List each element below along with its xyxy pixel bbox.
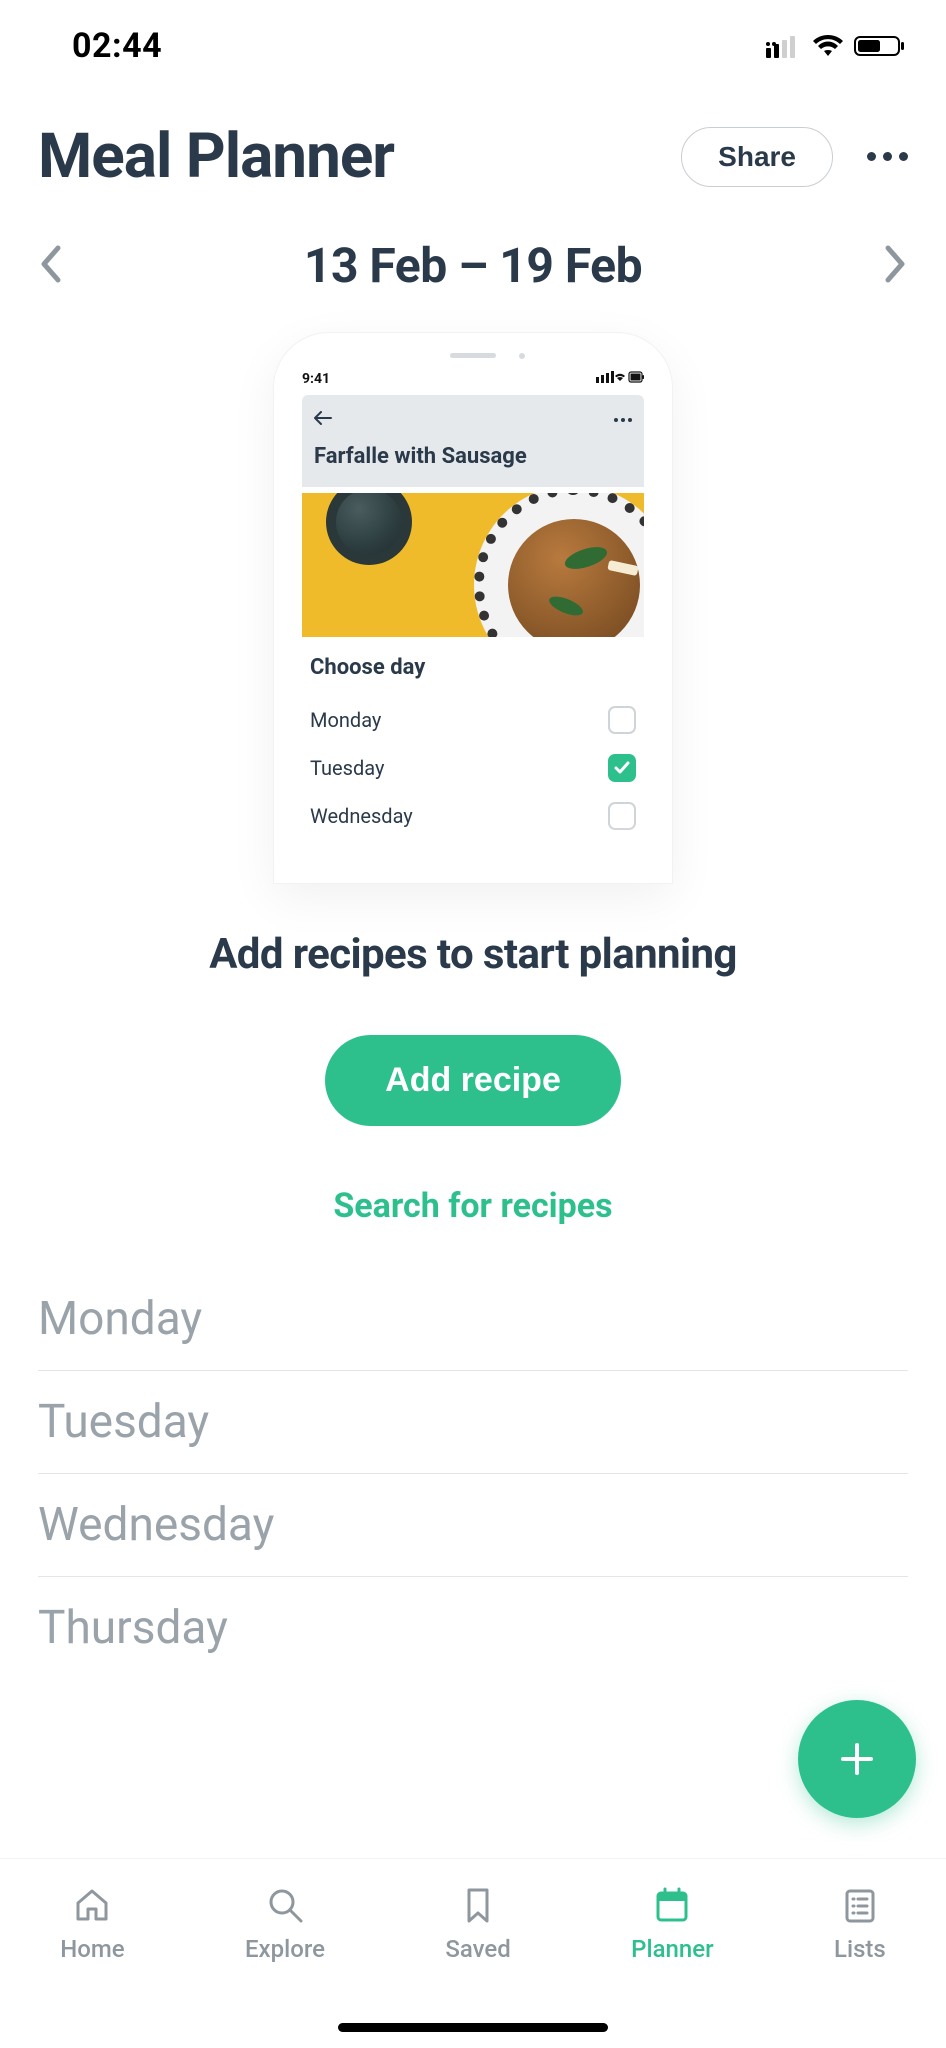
tab-label: Explore	[245, 1935, 325, 1963]
cellular-signal-icon	[766, 34, 802, 58]
illustration-back-icon	[314, 409, 332, 430]
app-header: Meal Planner Share	[0, 80, 946, 207]
illustration-choose-day-sheet: Choose day Monday Tuesday Wednesday	[302, 637, 644, 840]
week-day-list: Monday Tuesday Wednesday Thursday	[0, 1292, 946, 1679]
day-row-wednesday[interactable]: Wednesday	[38, 1474, 908, 1577]
checkbox-checked-icon	[608, 754, 636, 782]
tab-planner[interactable]: Planner	[631, 1883, 713, 2048]
illustration-food-image	[302, 493, 644, 637]
illustration-phone-statusbar: 9:41	[302, 371, 644, 387]
illustration-phone-frame: 9:41 Farfall	[273, 332, 673, 884]
tab-explore[interactable]: Explore	[245, 1883, 325, 2048]
search-recipes-link[interactable]: Search for recipes	[0, 1186, 946, 1226]
previous-week-icon[interactable]	[34, 240, 70, 292]
date-navigation: 13 Feb – 19 Feb	[0, 207, 946, 324]
tab-lists[interactable]: Lists	[834, 1883, 886, 2048]
illustration-choose-day-title: Choose day	[310, 655, 636, 680]
status-time: 02:44	[72, 26, 162, 66]
battery-icon	[854, 34, 906, 58]
illustration-day-monday: Monday	[310, 696, 636, 744]
tab-label: Home	[60, 1935, 124, 1963]
illustration-recipe-topbar: Farfalle with Sausage	[302, 395, 644, 487]
empty-state-heading: Add recipes to start planning	[0, 930, 946, 979]
status-icons	[766, 34, 906, 58]
bottom-tab-bar: Home Explore Saved Planner Lists	[0, 1858, 946, 2048]
tab-label: Saved	[445, 1935, 510, 1963]
tab-home[interactable]: Home	[60, 1883, 124, 2048]
plus-icon	[835, 1737, 879, 1781]
device-status-bar: 02:44	[0, 0, 946, 80]
tab-label: Lists	[834, 1935, 886, 1963]
illustration-phone-indicators	[596, 371, 644, 387]
more-options-icon[interactable]	[867, 152, 908, 161]
home-indicator	[338, 2023, 608, 2032]
list-icon	[838, 1883, 882, 1927]
onboarding-illustration: 9:41 Farfall	[0, 324, 946, 884]
next-week-icon[interactable]	[876, 240, 912, 292]
header-actions: Share	[681, 127, 908, 187]
illustration-phone-time: 9:41	[302, 371, 330, 387]
home-icon	[70, 1883, 114, 1927]
calendar-icon	[650, 1883, 694, 1927]
checkbox-empty-icon	[608, 706, 636, 734]
share-button[interactable]: Share	[681, 127, 833, 187]
bookmark-icon	[456, 1883, 500, 1927]
tab-label: Planner	[631, 1935, 713, 1963]
day-row-monday[interactable]: Monday	[38, 1292, 908, 1371]
search-icon	[263, 1883, 307, 1927]
day-row-thursday[interactable]: Thursday	[38, 1577, 908, 1679]
illustration-day-tuesday: Tuesday	[310, 744, 636, 792]
date-range-label: 13 Feb – 19 Feb	[304, 237, 642, 294]
add-recipe-button[interactable]: Add recipe	[325, 1035, 621, 1126]
wifi-icon	[812, 34, 844, 58]
day-row-tuesday[interactable]: Tuesday	[38, 1371, 908, 1474]
page-title: Meal Planner	[38, 120, 394, 193]
add-fab-button[interactable]	[798, 1700, 916, 1818]
illustration-more-icon	[614, 418, 632, 422]
illustration-recipe-title: Farfalle with Sausage	[314, 444, 632, 469]
